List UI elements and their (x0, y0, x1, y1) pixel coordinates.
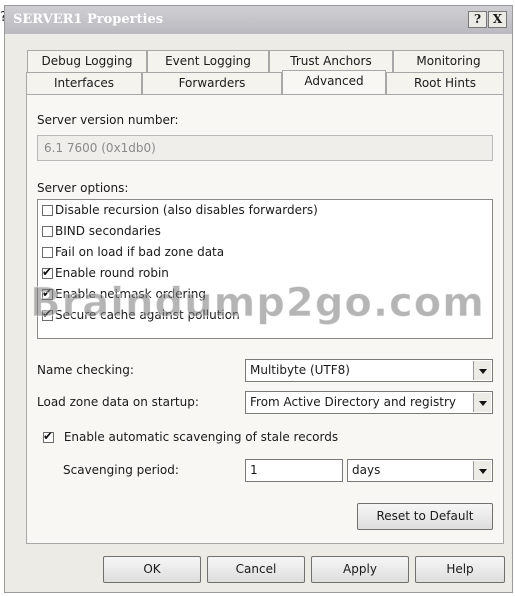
name-checking-select[interactable]: Multibyte (UTF8) (245, 359, 493, 382)
scavenging-period-label: Scavenging period: (63, 463, 179, 477)
server-version-label: Server version number: (37, 113, 179, 127)
tab-trust-anchors[interactable]: Trust Anchors (269, 50, 393, 72)
checkbox[interactable] (42, 265, 53, 279)
chevron-down-icon[interactable] (473, 461, 491, 480)
tab-event-logging[interactable]: Event Logging (147, 50, 269, 72)
scavenging-checkbox-row[interactable]: Enable automatic scavenging of stale rec… (43, 429, 339, 444)
server-version-field: 6.1 7600 (0x1db0) (37, 135, 493, 161)
checkbox[interactable] (42, 307, 53, 321)
properties-dialog: SERVER1 Properties ? X Debug Logging Eve… (4, 5, 513, 593)
advanced-panel: Server version number: 6.1 7600 (0x1db0)… (26, 94, 504, 544)
server-options-label: Server options: (37, 181, 129, 195)
scavenging-checkbox-label: Enable automatic scavenging of stale rec… (63, 430, 339, 444)
load-zone-value: From Active Directory and registry (250, 395, 456, 409)
server-options-list[interactable]: Disable recursion (also disables forward… (37, 199, 493, 339)
checkbox[interactable] (42, 205, 53, 216)
name-checking-label: Name checking: (37, 363, 134, 377)
close-icon[interactable]: X (488, 11, 507, 28)
tab-forwarders[interactable]: Forwarders (142, 72, 282, 94)
list-item[interactable]: Enable round robin (42, 265, 169, 284)
list-item[interactable]: Disable recursion (also disables forward… (42, 203, 318, 221)
list-item[interactable]: Enable netmask ordering (42, 286, 206, 305)
title-bar: SERVER1 Properties ? X (5, 6, 512, 34)
name-checking-value: Multibyte (UTF8) (250, 363, 350, 377)
tab-advanced[interactable]: Advanced (282, 70, 386, 94)
help-icon[interactable]: ? (468, 11, 487, 28)
chevron-down-icon[interactable] (473, 361, 491, 380)
checkbox[interactable] (42, 247, 53, 258)
list-item[interactable]: BIND secondaries (42, 224, 161, 242)
tab-monitoring[interactable]: Monitoring (393, 50, 504, 72)
load-zone-label: Load zone data on startup: (37, 395, 199, 409)
list-item[interactable]: Secure cache against pollution (42, 307, 240, 326)
tab-debug-logging[interactable]: Debug Logging (27, 50, 147, 72)
list-item[interactable]: Fail on load if bad zone data (42, 245, 224, 263)
reset-to-default-button[interactable]: Reset to Default (357, 503, 493, 530)
scavenging-period-input[interactable]: 1 (245, 459, 343, 482)
help-button[interactable]: Help (415, 556, 505, 583)
scavenging-checkbox[interactable] (43, 429, 54, 443)
checkbox[interactable] (42, 286, 53, 300)
checkbox[interactable] (42, 226, 53, 237)
tab-root-hints[interactable]: Root Hints (386, 72, 504, 94)
scavenging-unit-value: days (352, 463, 381, 477)
load-zone-select[interactable]: From Active Directory and registry (245, 391, 493, 414)
scavenging-unit-select[interactable]: days (347, 459, 493, 482)
window-title: SERVER1 Properties (13, 12, 164, 27)
cancel-button[interactable]: Cancel (207, 556, 305, 583)
apply-button[interactable]: Apply (311, 556, 409, 583)
tab-interfaces[interactable]: Interfaces (26, 72, 142, 94)
ok-button[interactable]: OK (103, 556, 201, 583)
chevron-down-icon[interactable] (473, 393, 491, 412)
